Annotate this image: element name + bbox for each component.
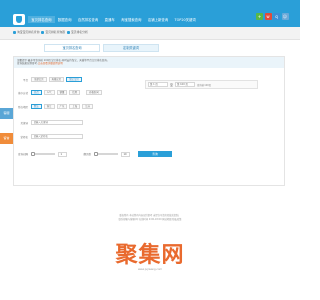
- qq-icon[interactable]: q: [273, 13, 280, 20]
- watermark-logo: 聚集网: [115, 243, 185, 268]
- page-from-select[interactable]: 第 1 页: [148, 82, 168, 87]
- pages-value[interactable]: 10: [121, 151, 130, 157]
- page-range-box: 第 1 页 至 第 100 页 查询前100页: [145, 80, 258, 89]
- tab-bar: 宝贝排名查询 定制关键词: [44, 44, 159, 52]
- crumb-label: 宝贝排名查询器: [45, 30, 65, 34]
- region-option-zhejiang[interactable]: 浙江: [43, 104, 55, 109]
- top-navigation-bar: 宝贝排名查询 数据查询 自然排名查询 直通车 淘宝搜索查询 店铺上新查询 TOP…: [0, 0, 300, 27]
- nick-row: 掌柜名: [14, 134, 83, 139]
- sort-option-sales[interactable]: 销量: [56, 90, 68, 95]
- nick-input[interactable]: [31, 134, 83, 139]
- region-option-guangdong[interactable]: 广东: [56, 104, 68, 109]
- notice-prefix: 查询结果仅供参考,: [17, 62, 38, 66]
- main-nav: 宝贝排名查询 数据查询 自然排名查询 直通车 淘宝搜索查询 店铺上新查询 TOP…: [28, 16, 199, 23]
- keyword-label: 关键词: [20, 121, 28, 125]
- user-icon[interactable]: ☺: [281, 13, 289, 20]
- nav-item-rank-query[interactable]: 宝贝排名查询: [28, 16, 55, 23]
- region-row: 所在地区 默认 浙江 广东 上海 江苏: [14, 104, 95, 109]
- sort-label: 排序方式: [17, 91, 28, 95]
- controls-row: 查询间隔 1 翻页数 10 查询: [14, 151, 172, 157]
- footer-line-2: 联系邮箱与客服QQ 在线时间 9:00-18:00 网站地图 隐私政策: [118, 217, 182, 221]
- side-tab-service[interactable]: 客服: [0, 108, 13, 119]
- nav-item-top20-keywords[interactable]: TOP20关键词: [171, 16, 199, 23]
- platform-option-taobao[interactable]: 淘宝宝贝: [66, 77, 82, 82]
- notice-line-2: 查询结果仅供参考,点击查看详细使用说明: [17, 62, 281, 66]
- crumb-bullet-icon: [66, 30, 70, 34]
- keyword-input[interactable]: [31, 120, 83, 125]
- nav-item-ztc[interactable]: 直通车: [101, 16, 118, 23]
- platform-row: 平台 全部宝贝 天猫宝贝 淘宝宝贝: [14, 77, 84, 82]
- site-logo[interactable]: [13, 14, 25, 25]
- crumb-rank-query[interactable]: 淘宝宝贝排名查询: [13, 30, 39, 34]
- interval-slider-handle[interactable]: [31, 151, 35, 156]
- range-separator: 至: [170, 82, 174, 87]
- crumb-label: 宝贝排名分析: [70, 30, 88, 34]
- crumb-bullet-icon: [13, 30, 16, 34]
- nav-item-natural-rank[interactable]: 自然排名查询: [75, 16, 102, 23]
- pages-label: 翻页数: [83, 153, 91, 156]
- plus-icon[interactable]: +: [256, 13, 263, 20]
- weibo-icon[interactable]: w: [264, 13, 272, 20]
- region-option-shanghai[interactable]: 上海: [69, 104, 81, 109]
- side-tab-message[interactable]: 留言: [0, 133, 13, 144]
- interval-slider[interactable]: [31, 151, 55, 156]
- query-button[interactable]: 查询: [138, 151, 172, 157]
- region-label: 所在地区: [17, 105, 28, 109]
- crumb-rank-tool[interactable]: 宝贝排名查询器: [41, 30, 65, 34]
- platform-label: 平台: [22, 78, 28, 82]
- sort-option-credit[interactable]: 信用: [69, 90, 81, 95]
- price-range-toggle[interactable]: 价格区间: [86, 90, 102, 95]
- nav-item-new-items[interactable]: 店铺上新查询: [145, 16, 172, 23]
- sort-option-default[interactable]: 综合: [31, 90, 42, 95]
- interval-label: 查询间隔: [17, 153, 28, 156]
- query-panel: 温馨提示:最多可查询前 100页宝贝排名,同时支持淘宝、天猫等平台宝贝排名查询。…: [13, 56, 285, 186]
- help-link[interactable]: 点击查看详细使用说明: [38, 62, 63, 65]
- crumb-label: 淘宝宝贝排名查询: [17, 30, 40, 34]
- nav-item-search-query[interactable]: 淘宝搜索查询: [118, 16, 145, 23]
- notice-box: 温馨提示:最多可查询前 100页宝贝排名,同时支持淘宝、天猫等平台宝贝排名查询。…: [14, 57, 284, 68]
- crumb-rank-analysis[interactable]: 宝贝排名分析: [66, 30, 88, 34]
- breadcrumb: 淘宝宝贝排名查询 宝贝排名查询器 宝贝排名分析: [13, 30, 88, 34]
- platform-option-all[interactable]: 全部宝贝: [31, 77, 47, 82]
- platform-option-tmall[interactable]: 天猫宝贝: [48, 77, 65, 82]
- sort-row: 排序方式 综合 人气 销量 信用 价格区间: [14, 90, 104, 95]
- nick-label: 掌柜名: [20, 135, 28, 139]
- pages-slider-handle[interactable]: [94, 151, 98, 156]
- region-option-jiangsu[interactable]: 江苏: [82, 104, 93, 109]
- keyword-row: 关键词: [14, 120, 83, 125]
- watermark-url: www.jujiwang.com: [137, 268, 163, 271]
- pages-slider[interactable]: [94, 151, 118, 156]
- sort-option-popularity[interactable]: 人气: [43, 90, 55, 95]
- nav-item-data-query[interactable]: 数据查询: [55, 16, 75, 23]
- range-hint: 查询前100页: [197, 83, 212, 87]
- top-icon-group: + w q ☺: [256, 13, 289, 20]
- interval-value[interactable]: 1: [58, 151, 67, 157]
- crumb-bullet-icon: [41, 30, 45, 34]
- region-option-default[interactable]: 默认: [31, 104, 42, 109]
- tab-rank-query[interactable]: 宝贝排名查询: [44, 44, 100, 52]
- page-to-select[interactable]: 第 100 页: [175, 82, 196, 87]
- tab-custom-keywords[interactable]: 定制关键词: [103, 44, 159, 52]
- footer: 版权所有 本站所有内容仅供参考 未经许可请勿转载或复制。 联系邮箱与客服QQ 在…: [0, 214, 300, 221]
